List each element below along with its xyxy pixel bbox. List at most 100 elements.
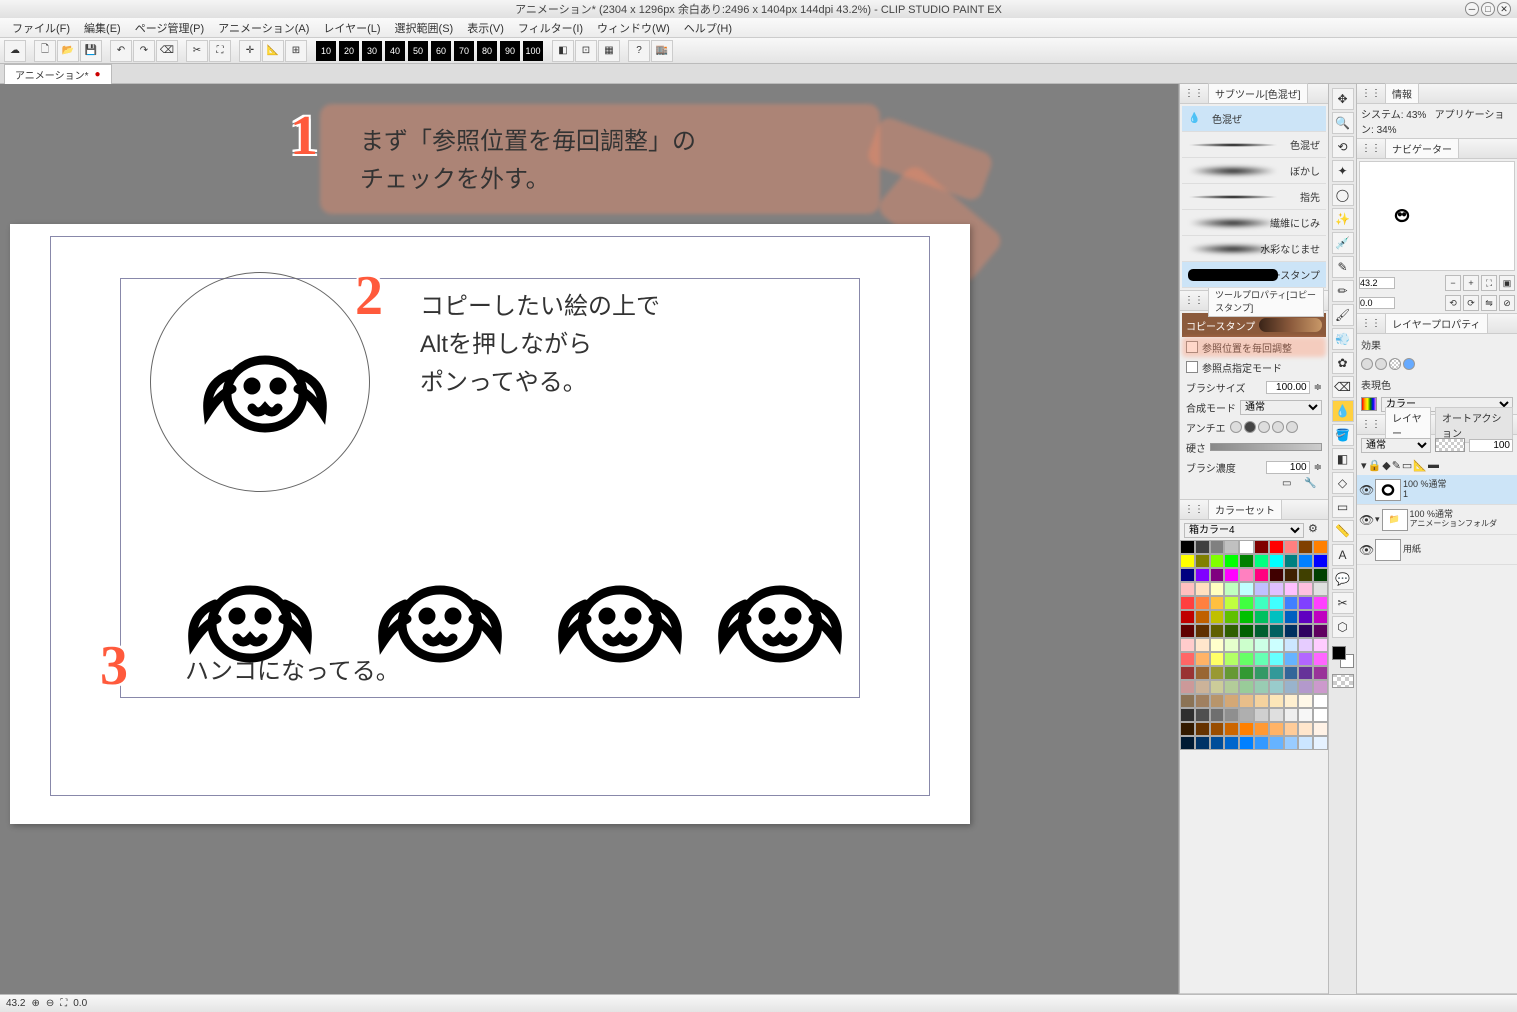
brush-item[interactable]: ぼかし xyxy=(1182,158,1326,184)
view-icon-2[interactable]: ⊡ xyxy=(575,40,597,62)
color-swatch[interactable] xyxy=(1313,554,1328,568)
color-swatch[interactable] xyxy=(1210,652,1225,666)
color-swatch[interactable] xyxy=(1210,582,1225,596)
actual-icon[interactable]: ▣ xyxy=(1499,275,1515,291)
reset-rotation-icon[interactable]: ⊘ xyxy=(1499,295,1515,311)
color-swatch[interactable] xyxy=(1254,540,1269,554)
open-icon[interactable]: 📂 xyxy=(57,40,79,62)
color-swatch[interactable] xyxy=(1239,722,1254,736)
size-30[interactable]: 30 xyxy=(362,41,382,61)
color-swatch[interactable] xyxy=(1298,596,1313,610)
size-10[interactable]: 10 xyxy=(316,41,336,61)
color-swatch[interactable] xyxy=(1284,722,1299,736)
color-swatch[interactable] xyxy=(1180,736,1195,750)
color-swatch[interactable] xyxy=(1254,624,1269,638)
color-swatch[interactable] xyxy=(1195,540,1210,554)
palette-opts-icon[interactable]: ⚙ xyxy=(1308,522,1324,538)
stepper-icon[interactable]: ≑ xyxy=(1314,462,1322,473)
fit-icon[interactable]: ⛶ xyxy=(1481,275,1497,291)
color-swatch[interactable] xyxy=(1195,708,1210,722)
color-swatch[interactable] xyxy=(1180,680,1195,694)
color-swatch[interactable] xyxy=(1195,624,1210,638)
color-swatch[interactable] xyxy=(1224,694,1239,708)
save-preset-icon[interactable]: ▭ xyxy=(1282,478,1300,496)
color-swatch[interactable] xyxy=(1269,736,1284,750)
blend-tool-icon[interactable]: 💧 xyxy=(1332,400,1354,422)
color-swatch[interactable] xyxy=(1269,722,1284,736)
density-input[interactable] xyxy=(1266,461,1310,474)
color-swatch[interactable] xyxy=(1254,638,1269,652)
nav-angle-slider[interactable] xyxy=(1397,300,1443,306)
brush-tool-icon[interactable]: 🖌 xyxy=(1332,304,1354,326)
size-50[interactable]: 50 xyxy=(408,41,428,61)
layer-item[interactable]: 👁 100 %通常1 xyxy=(1357,475,1517,505)
color-swatch[interactable] xyxy=(1224,554,1239,568)
gradient-tool-icon[interactable]: ◧ xyxy=(1332,448,1354,470)
color-swatch[interactable] xyxy=(1313,722,1328,736)
color-swatch[interactable] xyxy=(1298,694,1313,708)
color-swatch[interactable] xyxy=(1210,568,1225,582)
menu-view[interactable]: 表示(V) xyxy=(461,18,510,38)
color-swatch[interactable] xyxy=(1195,568,1210,582)
color-swatch[interactable] xyxy=(1210,736,1225,750)
antialias-dots[interactable] xyxy=(1230,421,1298,433)
color-swatch[interactable] xyxy=(1269,694,1284,708)
color-swatch[interactable] xyxy=(1298,568,1313,582)
text-tool-icon[interactable]: A xyxy=(1332,544,1354,566)
brush-size-input[interactable] xyxy=(1266,381,1310,394)
grip-icon[interactable]: ⋮⋮ xyxy=(1361,143,1381,154)
canvas-area[interactable]: 1 まず「参照位置を毎回調整」の チェックを外す。 2 コピーしたい絵 xyxy=(0,84,1179,994)
layer-item[interactable]: 👁 用紙 xyxy=(1357,535,1517,565)
layerprop-tab[interactable]: レイヤープロパティ xyxy=(1385,313,1488,334)
folder-collapse-icon[interactable]: ▾ xyxy=(1375,514,1380,525)
color-swatch[interactable] xyxy=(1284,582,1299,596)
pencil-tool-icon[interactable]: ✏ xyxy=(1332,280,1354,302)
decoration-tool-icon[interactable]: ✿ xyxy=(1332,352,1354,374)
color-swatch[interactable] xyxy=(1210,722,1225,736)
rotate-cw-icon[interactable]: ⟳ xyxy=(1463,295,1479,311)
color-swatch[interactable] xyxy=(1298,624,1313,638)
color-swatch[interactable] xyxy=(1269,596,1284,610)
rotate-ccw-icon[interactable]: ⟲ xyxy=(1445,295,1461,311)
color-swatch[interactable] xyxy=(1313,652,1328,666)
color-swatch[interactable] xyxy=(1180,596,1195,610)
size-70[interactable]: 70 xyxy=(454,41,474,61)
color-swatch[interactable] xyxy=(1313,694,1328,708)
color-swatch[interactable] xyxy=(1269,554,1284,568)
layer-draft-icon[interactable]: ✎ xyxy=(1392,459,1401,472)
menu-help[interactable]: ヘルプ(H) xyxy=(678,18,738,38)
color-swatch[interactable] xyxy=(1195,736,1210,750)
color-swatch[interactable] xyxy=(1224,666,1239,680)
size-100[interactable]: 100 xyxy=(523,41,543,61)
color-swatch[interactable] xyxy=(1224,722,1239,736)
grid-icon[interactable]: ⊞ xyxy=(285,40,307,62)
color-swatch[interactable] xyxy=(1224,652,1239,666)
color-swatch[interactable] xyxy=(1284,554,1299,568)
status-btn[interactable]: ⛶ xyxy=(60,998,67,1009)
pen-tool-icon[interactable]: ✎ xyxy=(1332,256,1354,278)
correct-tool-icon[interactable]: ✂ xyxy=(1332,592,1354,614)
color-swatch[interactable] xyxy=(1269,680,1284,694)
color-swatch[interactable] xyxy=(1298,708,1313,722)
brush-item[interactable]: 繊維にじみ xyxy=(1182,210,1326,236)
color-swatch[interactable] xyxy=(1195,666,1210,680)
zoom-out-icon[interactable]: − xyxy=(1445,275,1461,291)
color-swatch[interactable] xyxy=(1224,624,1239,638)
layer-mask-icon[interactable]: ▭ xyxy=(1402,459,1412,472)
color-swatch[interactable] xyxy=(1239,652,1254,666)
color-swatch[interactable] xyxy=(1224,582,1239,596)
color-swatch[interactable] xyxy=(1210,680,1225,694)
cloud-icon[interactable]: ☁ xyxy=(4,40,26,62)
wand-tool-icon[interactable]: ✨ xyxy=(1332,208,1354,230)
grip-icon[interactable]: ⋮⋮ xyxy=(1361,88,1381,99)
color-swatch[interactable] xyxy=(1180,624,1195,638)
color-swatch[interactable] xyxy=(1269,666,1284,680)
color-swatch[interactable] xyxy=(1210,666,1225,680)
color-swatch[interactable] xyxy=(1284,708,1299,722)
move-tool-icon[interactable]: ✥ xyxy=(1332,88,1354,110)
menu-edit[interactable]: 編集(E) xyxy=(78,18,127,38)
color-swatch[interactable] xyxy=(1224,610,1239,624)
color-swatch[interactable] xyxy=(1269,568,1284,582)
color-swatch[interactable] xyxy=(1224,736,1239,750)
color-swatch[interactable] xyxy=(1313,540,1328,554)
